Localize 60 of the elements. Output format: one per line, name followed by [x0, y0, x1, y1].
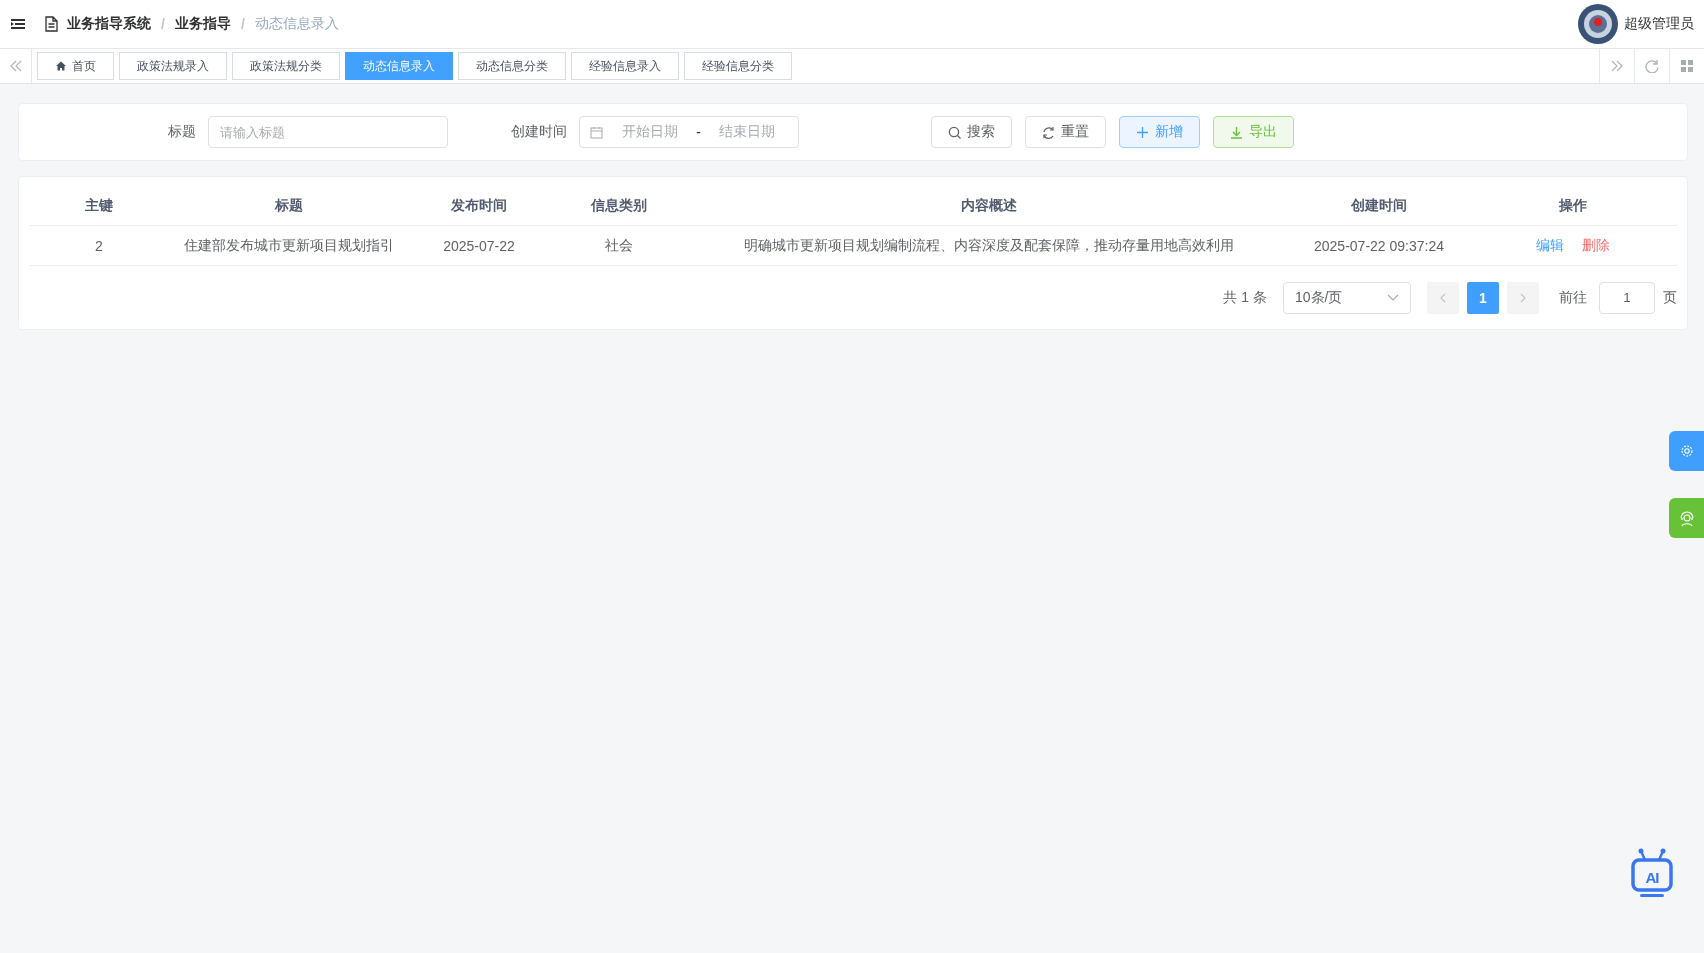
table-cell-text: 2: [94, 237, 104, 254]
emblem-avatar-icon: [1578, 4, 1618, 44]
scroll-left-icon[interactable]: [8, 59, 23, 73]
settings-button[interactable]: [1669, 431, 1704, 471]
column-header: 标题: [274, 197, 304, 215]
user-name[interactable]: 超级管理员: [1624, 15, 1694, 33]
chevron-left-icon: [1439, 292, 1447, 303]
next-page-button[interactable]: [1507, 281, 1539, 314]
column-header: 创建时间: [1350, 197, 1408, 215]
robot-tv-icon: [1631, 848, 1673, 898]
table-cell-text: 明确城市更新项目规划编制流程、内容深度及配套保障，推动存量用地高效利用: [743, 236, 1235, 255]
home-icon: [55, 61, 66, 71]
previous-page-button[interactable]: [1427, 281, 1459, 314]
table-cell-text: 2025-07-22: [442, 237, 516, 254]
table-cell-text: 住建部发布城市更新项目规划指引: [183, 236, 395, 255]
refresh-icon[interactable]: [1645, 59, 1659, 73]
search-icon: [948, 125, 961, 139]
breadcrumb-separator: /: [240, 16, 245, 32]
scroll-right-icon[interactable]: [1610, 59, 1624, 73]
menu-icon[interactable]: [10, 16, 26, 32]
column-header: 信息类别: [590, 197, 648, 215]
chevron-down-icon: [1387, 292, 1399, 303]
grid-icon[interactable]: [1680, 59, 1694, 73]
date-range-field[interactable]: 开始日期 - 结束日期: [579, 116, 799, 148]
column-header: 发布时间: [450, 197, 508, 215]
title-input[interactable]: 请输入标题: [208, 116, 448, 148]
breadcrumb-separator: /: [161, 16, 165, 32]
field-label: 创建时间: [510, 123, 568, 141]
refresh-icon: [1042, 125, 1055, 139]
tab[interactable]: 动态信息分类: [458, 52, 566, 80]
breadcrumb-item[interactable]: 业务指导系统: [67, 15, 151, 33]
tab[interactable]: 首页: [37, 52, 114, 80]
search-button[interactable]: 搜索: [931, 116, 1012, 148]
calendar-icon: [590, 125, 603, 139]
column-header: 主键: [84, 197, 114, 215]
page-unit-label: 页: [1663, 288, 1677, 307]
total-count: 共 1 条: [1223, 288, 1267, 307]
field-label: 标题: [167, 123, 197, 141]
breadcrumb-item: 动态信息录入: [254, 15, 339, 33]
tab[interactable]: 经验信息录入: [571, 52, 679, 80]
table-cell-text: 2025-07-22 09:37:24: [1313, 237, 1445, 254]
plus-icon: [1136, 125, 1149, 139]
reset-button[interactable]: 重置: [1025, 116, 1106, 148]
document-icon: [44, 16, 59, 32]
goto-label: 前往: [1559, 288, 1587, 307]
breadcrumb-item[interactable]: 业务指导: [174, 15, 231, 33]
table-cell-text: 社会: [604, 236, 634, 255]
download-icon: [1230, 125, 1243, 139]
chevron-right-icon: [1519, 292, 1527, 303]
headset-person-icon: [1678, 509, 1695, 527]
column-header: 操作: [1558, 197, 1588, 215]
support-button[interactable]: [1669, 498, 1704, 538]
tab[interactable]: 政策法规录入: [119, 52, 227, 80]
tab[interactable]: 经验信息分类: [684, 52, 792, 80]
tab[interactable]: 政策法规分类: [232, 52, 340, 80]
ai-assistant-button[interactable]: AI: [1631, 848, 1673, 898]
page-jump-input[interactable]: 1: [1599, 281, 1655, 314]
page-size-select[interactable]: 10条/页: [1283, 281, 1411, 314]
column-header: 内容概述: [960, 197, 1018, 215]
settings-icon: [1679, 444, 1694, 458]
